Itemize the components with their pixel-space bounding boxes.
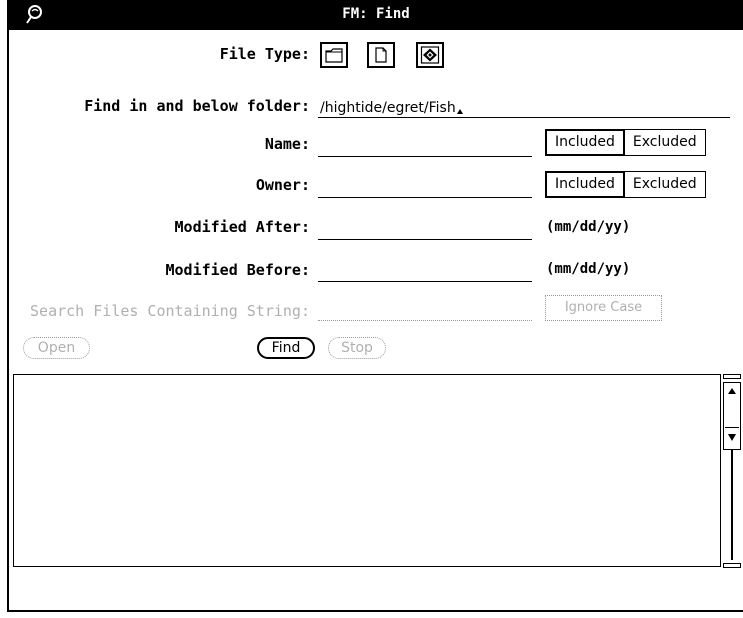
scroll-up-arrow-icon[interactable]: [725, 384, 739, 404]
application-icon: [420, 46, 440, 64]
open-button[interactable]: Open: [23, 337, 90, 359]
scroll-down-arrow-icon[interactable]: [725, 427, 739, 448]
title-bar[interactable]: FM: Find: [9, 0, 743, 30]
name-excluded-option[interactable]: Excluded: [624, 129, 706, 156]
find-button[interactable]: Find: [257, 337, 315, 359]
folder-input[interactable]: /hightide/egret/Fish: [318, 97, 730, 118]
owner-input[interactable]: [318, 177, 532, 198]
owner-label: Owner:: [255, 176, 310, 194]
modified-after-input[interactable]: [318, 219, 532, 240]
modified-after-label: Modified After:: [174, 218, 310, 236]
name-input[interactable]: [318, 136, 532, 157]
modified-before-format: (mm/dd/yy): [546, 261, 631, 277]
owner-included-option[interactable]: Included: [545, 171, 625, 198]
search-string-input[interactable]: [318, 300, 532, 321]
modified-after-format: (mm/dd/yy): [546, 219, 631, 235]
owner-include-toggle: Included Excluded: [545, 171, 706, 198]
folder-value: /hightide/egret/Fish: [320, 100, 456, 116]
scrollbar-bottom-cable-anchor[interactable]: [723, 563, 741, 568]
find-window: FM: Find File Type: Find in and below fo…: [0, 0, 743, 618]
window-frame-bottom[interactable]: [7, 610, 743, 612]
owner-excluded-option[interactable]: Excluded: [624, 171, 706, 198]
file-type-document-button[interactable]: [367, 42, 395, 68]
results-scrollbar[interactable]: [723, 374, 741, 568]
modified-before-label: Modified Before:: [165, 261, 311, 279]
search-string-label: Search Files Containing String:: [30, 302, 310, 320]
name-label: Name:: [264, 135, 310, 153]
window-title: FM: Find: [342, 6, 410, 22]
file-type-folder-button[interactable]: [320, 42, 348, 68]
folder-icon: [325, 48, 343, 63]
file-type-label: File Type:: [219, 45, 310, 63]
window-frame-left[interactable]: [7, 0, 9, 612]
results-list[interactable]: [13, 374, 721, 567]
scrollbar-top-cable-anchor[interactable]: [723, 374, 741, 379]
document-icon: [375, 47, 387, 63]
name-included-option[interactable]: Included: [545, 129, 625, 156]
ignore-case-checkbox[interactable]: Ignore Case: [545, 295, 662, 321]
scrollbar-elevator[interactable]: [723, 382, 741, 450]
file-type-application-button[interactable]: [416, 42, 444, 68]
stop-button[interactable]: Stop: [328, 337, 386, 359]
text-caret: [456, 109, 463, 114]
modified-before-input[interactable]: [318, 261, 532, 282]
folder-label: Find in and below folder:: [84, 97, 310, 115]
name-include-toggle: Included Excluded: [545, 129, 706, 156]
